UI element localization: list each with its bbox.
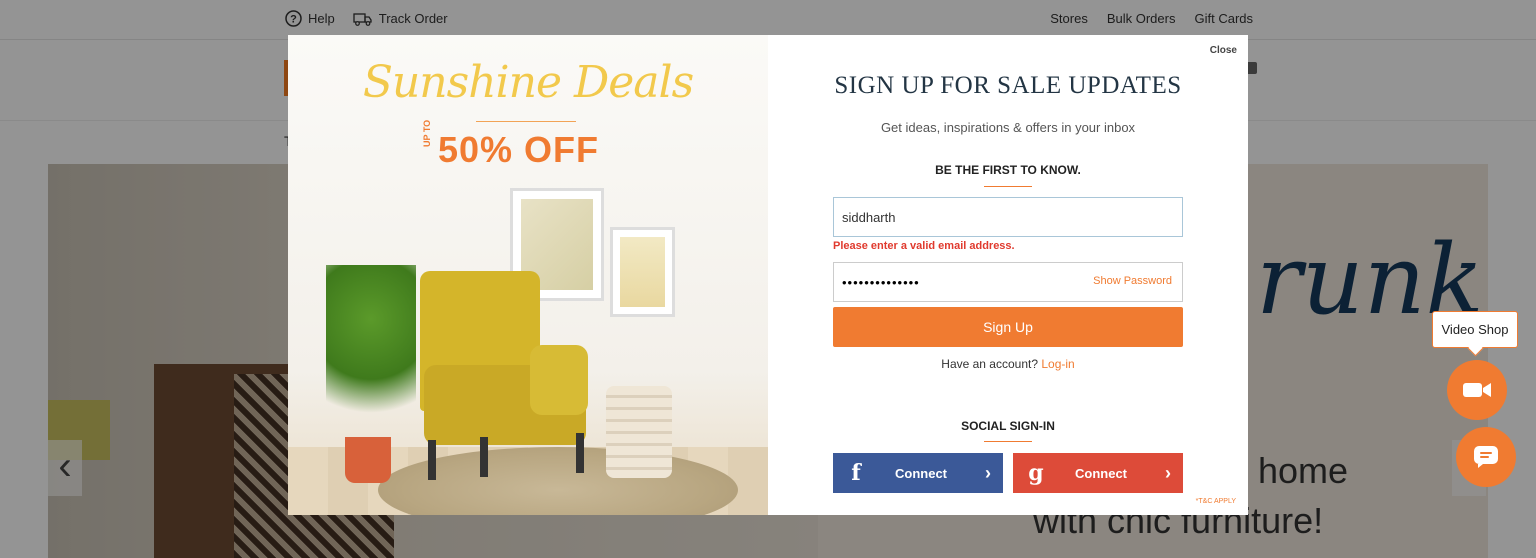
terms-apply-note: *T&C APPLY (1195, 498, 1236, 505)
login-prompt: Have an account? Log-in (768, 357, 1248, 371)
social-signin-heading: SOCIAL SIGN-IN (961, 419, 1055, 433)
video-camera-icon (1463, 383, 1491, 397)
google-connect-label: Connect (1075, 465, 1127, 481)
promo-plant (326, 265, 416, 445)
video-shop-tooltip: Video Shop (1432, 311, 1518, 348)
be-first-heading: BE THE FIRST TO KNOW. (935, 163, 1081, 177)
promo-armchair-leg (480, 437, 488, 477)
have-account-text: Have an account? (941, 357, 1039, 371)
password-field-wrapper: Show Password (833, 262, 1183, 302)
show-password-toggle[interactable]: Show Password (1093, 275, 1172, 287)
promo-stool (606, 386, 672, 478)
chevron-right-icon: › (1165, 462, 1171, 483)
promo-armchair-leg (576, 433, 584, 473)
email-error-message: Please enter a valid email address. (833, 240, 1015, 252)
facebook-connect-button[interactable]: f Connect › (833, 453, 1003, 493)
facebook-connect-label: Connect (895, 465, 947, 481)
promo-image-panel: Sunshine Deals UP TO 50% OFF (288, 35, 768, 515)
password-field[interactable] (834, 263, 1074, 301)
google-icon: g (1028, 460, 1044, 486)
social-heading-underline (984, 441, 1032, 442)
signup-modal: Sunshine Deals UP TO 50% OFF Close SIGN … (288, 35, 1248, 515)
signup-title: SIGN UP FOR SALE UPDATES (834, 72, 1182, 99)
chat-button[interactable] (1456, 427, 1516, 487)
promo-wall-art-2 (610, 227, 675, 317)
promo-plant-pot (345, 437, 391, 483)
facebook-icon: f (851, 460, 861, 486)
video-shop-button[interactable] (1447, 360, 1507, 420)
signup-subtitle: Get ideas, inspirations & offers in your… (880, 120, 1136, 135)
promo-discount: 50% OFF (438, 129, 600, 170)
login-link[interactable]: Log-in (1041, 357, 1074, 371)
email-field[interactable] (833, 197, 1183, 237)
close-button[interactable]: Close (1210, 45, 1237, 56)
promo-title: Sunshine Deals (362, 57, 694, 108)
promo-divider (476, 121, 576, 122)
chat-icon (1474, 446, 1498, 468)
signup-button[interactable]: Sign Up (833, 307, 1183, 347)
promo-armchair-arm (530, 345, 588, 415)
google-connect-button[interactable]: g Connect › (1013, 453, 1183, 493)
signup-form-panel: Close SIGN UP FOR SALE UPDATES Get ideas… (768, 35, 1248, 515)
promo-up-to: UP TO (422, 119, 432, 147)
heading-underline (984, 186, 1032, 187)
chevron-right-icon: › (985, 462, 991, 483)
promo-armchair-leg (428, 440, 436, 480)
